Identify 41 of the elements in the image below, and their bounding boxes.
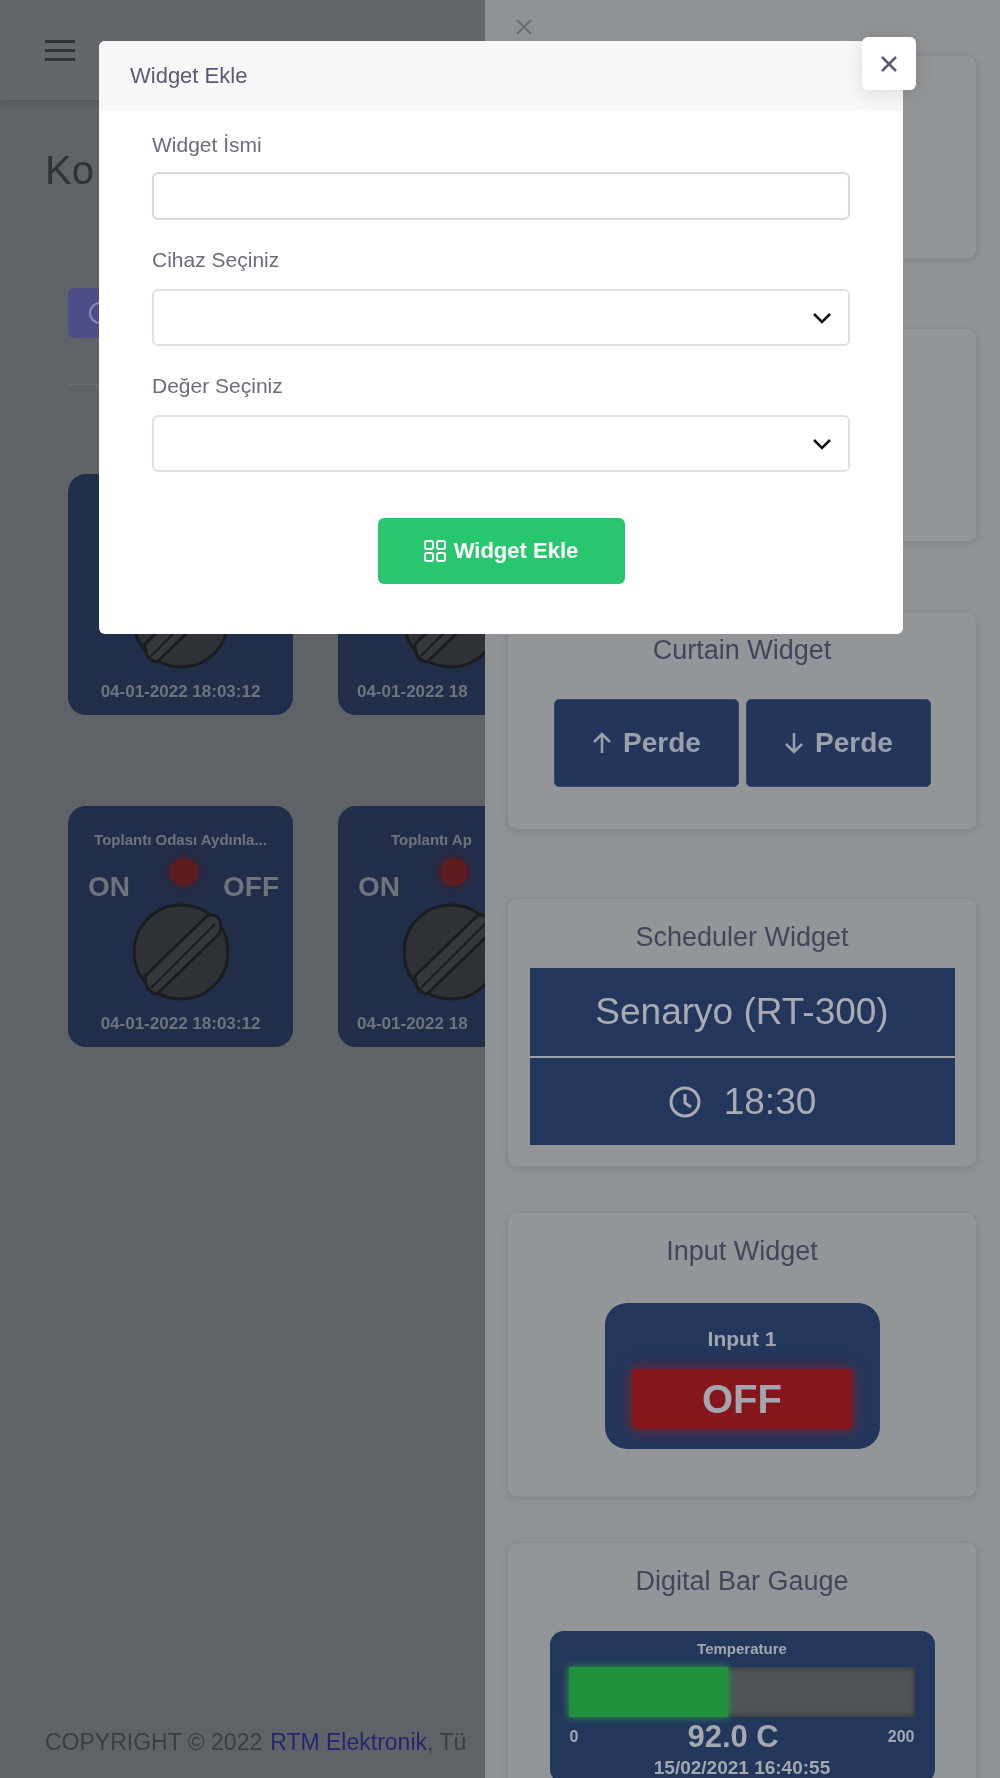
curtain-button[interactable]: Perde <box>553 699 739 787</box>
scene-name: Senaryo (RT-300) <box>595 991 889 1033</box>
close-icon[interactable] <box>515 18 533 36</box>
widget-title: Input Widget <box>666 1235 818 1267</box>
input-field[interactable] <box>152 172 850 220</box>
scale-max: 200 <box>887 1728 915 1746</box>
input-name: Input 1 <box>707 1327 777 1351</box>
field-label: Cihaz Seçiniz <box>152 248 281 272</box>
close-icon <box>880 54 898 73</box>
timestamp: 04-01-2022 18 <box>357 1014 468 1033</box>
timestamp: 04-01-2022 18:03:12 <box>100 682 261 701</box>
widget-title: Curtain Widget <box>652 634 832 666</box>
timestamp: 15/02/2021 16:40:55 <box>653 1757 831 1778</box>
grid-icon <box>423 540 446 562</box>
clock-icon <box>667 1084 702 1119</box>
field-label: Değer Seçiniz <box>152 374 284 398</box>
gauge-reading: 92.0 C <box>687 1719 779 1755</box>
scheduled-time: 18:30 <box>723 1080 817 1123</box>
rotary-knob[interactable] <box>130 902 231 1002</box>
on-label: ON <box>358 871 400 902</box>
off-label: OFF <box>223 871 279 902</box>
timestamp: 04-01-2022 18:03:12 <box>100 1014 261 1033</box>
curtain-button[interactable]: Perde <box>745 699 931 787</box>
widget-title: Scheduler Widget <box>635 921 849 953</box>
modal-title: Widget Ekle <box>130 63 248 89</box>
chevron-down-icon <box>812 311 832 324</box>
field-label: Widget İsmi <box>152 133 263 157</box>
on-label: ON <box>88 871 130 902</box>
down-arrow-icon <box>783 731 806 755</box>
switch-title: Toplantı Odası Aydınla... <box>94 831 267 848</box>
menu-icon[interactable] <box>45 39 75 61</box>
select-field[interactable] <box>152 415 850 472</box>
chevron-down-icon <box>812 437 832 450</box>
gauge-label: Temperature <box>697 1639 787 1659</box>
scale-min: 0 <box>569 1728 579 1746</box>
widget-title: Digital Bar Gauge <box>635 1565 849 1597</box>
input-state: OFF <box>632 1369 852 1429</box>
timestamp: 04-01-2022 18 <box>357 682 468 701</box>
switch-title: Toplantı Ap <box>391 831 472 848</box>
select-field[interactable] <box>152 289 850 346</box>
close-button[interactable] <box>862 37 916 90</box>
